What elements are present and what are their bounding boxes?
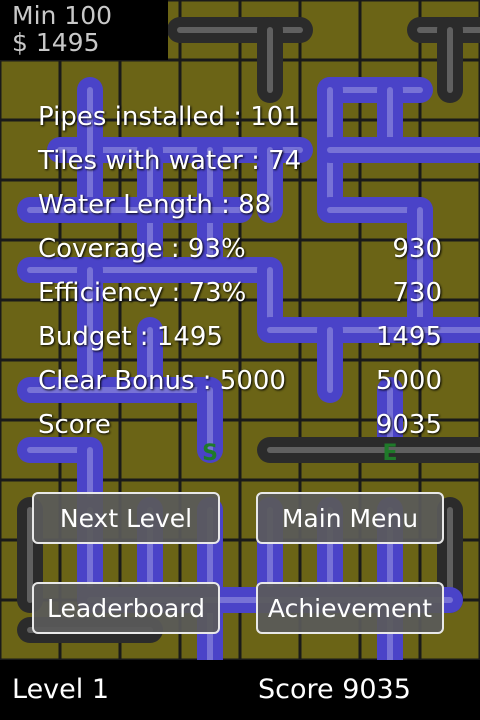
achievement-button[interactable]: Achievement [256,582,444,634]
stats-header: Min 100 $ 1495 [0,0,168,60]
result-label: Tiles with water : 74 [38,146,302,176]
result-label: Score [38,410,111,440]
result-label: Water Length : 88 [38,190,272,220]
results-panel: Pipes installed : 101 Tiles with water :… [0,96,480,448]
result-value: 730 [392,278,442,308]
result-label: Budget : 1495 [38,322,223,352]
result-row-efficiency: Efficiency : 73% 730 [0,272,480,316]
result-value: 1495 [375,322,442,352]
result-row-tiles: Tiles with water : 74 [0,140,480,184]
leaderboard-button[interactable]: Leaderboard [32,582,220,634]
result-row-score: Score 9035 [0,404,480,448]
min-pipes-label: Min 100 [12,1,113,30]
result-value: 930 [392,234,442,264]
result-row-water-length: Water Length : 88 [0,184,480,228]
main-menu-button[interactable]: Main Menu [256,492,444,544]
money-label: $ 1495 [12,28,100,57]
next-level-button[interactable]: Next Level [32,492,220,544]
result-row-budget: Budget : 1495 1495 [0,316,480,360]
status-bar: Level 1 Score 9035 [0,660,480,720]
result-label: Pipes installed : 101 [38,102,300,132]
result-value: 5000 [375,366,442,396]
result-row-coverage: Coverage : 93% 930 [0,228,480,272]
result-row-clear-bonus: Clear Bonus : 5000 5000 [0,360,480,404]
result-value: 9035 [375,410,442,440]
score-label: Score 9035 [258,674,411,705]
result-label: Clear Bonus : 5000 [38,366,286,396]
level-label: Level 1 [12,674,110,705]
result-label: Efficiency : 73% [38,278,247,308]
result-label: Coverage : 93% [38,234,246,264]
result-row-pipes: Pipes installed : 101 [0,96,480,140]
